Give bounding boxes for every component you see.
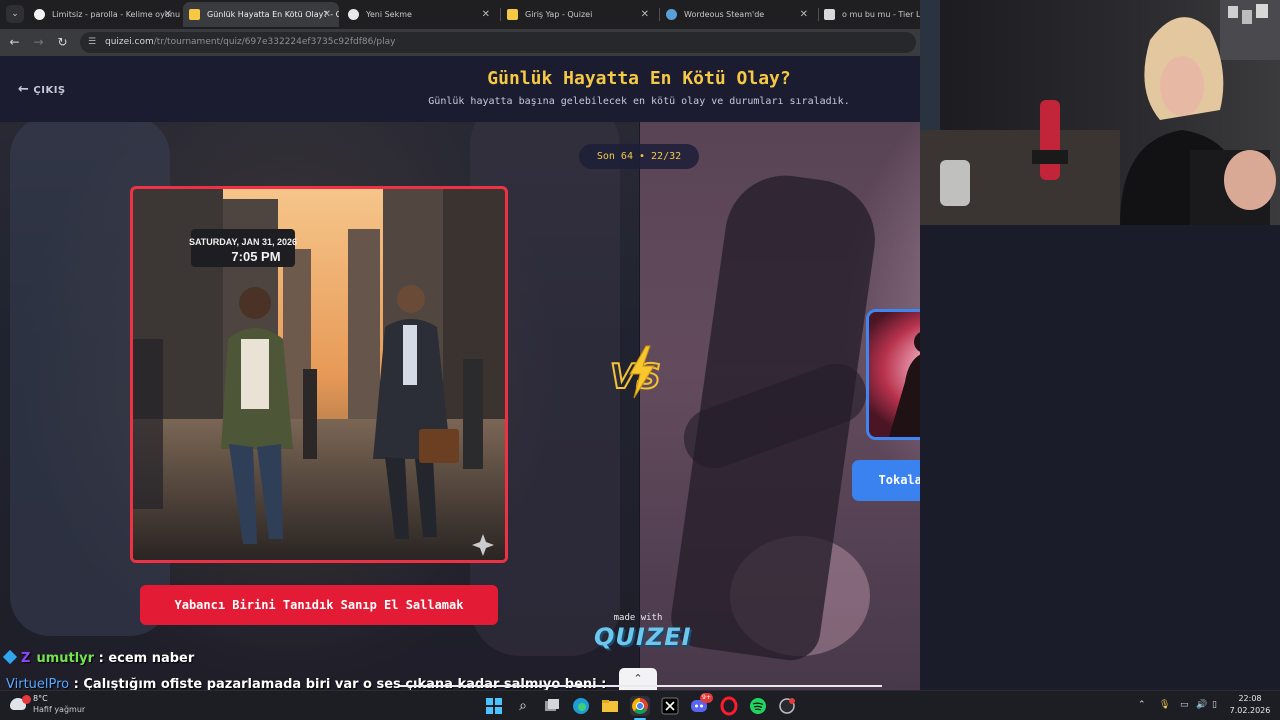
tab-label: Yeni Sekme xyxy=(366,10,412,19)
exit-button[interactable]: ← ÇIKIŞ xyxy=(18,82,66,98)
sign-time-text: 7:05 PM xyxy=(231,249,280,264)
left-option-image[interactable]: SATURDAY, JAN 31, 2026 7:05 PM xyxy=(130,186,508,563)
diamond-badge-icon xyxy=(2,649,18,665)
exit-label: ÇIKIŞ xyxy=(33,85,66,96)
tab-label: Giriş Yap - Quizei xyxy=(525,10,593,19)
chat-message: Zumutlyr : ecem naber xyxy=(2,649,195,669)
choose-left-button[interactable]: Yabancı Birini Tanıdık Sanıp El Sallamak xyxy=(140,585,498,625)
obs-record-icon[interactable] xyxy=(777,696,797,716)
edge-browser-icon[interactable] xyxy=(571,696,591,716)
chrome-icon[interactable] xyxy=(630,696,650,716)
chat-text: : ecem naber xyxy=(94,651,195,666)
tab-steam[interactable]: Wordeous Steam'de ✕ xyxy=(660,2,816,27)
tab-parolla[interactable]: Limitsiz - parolla - Kelime oyunu ✕ xyxy=(28,2,180,27)
address-bar[interactable]: ☰ quizei.com/tr/tournament/quiz/697e3322… xyxy=(80,32,916,53)
made-with-text: made with xyxy=(613,613,663,623)
quizei-logo[interactable]: QUIZEI xyxy=(594,623,691,651)
streamer-webcam-feed xyxy=(920,0,1280,225)
chrome-favicon-icon xyxy=(348,9,359,20)
x-app-icon[interactable] xyxy=(660,696,680,716)
tab-label: Limitsiz - parolla - Kelime oyunu xyxy=(52,10,180,19)
clock-date[interactable]: 7.02.2026 xyxy=(1226,706,1274,715)
network-icon[interactable]: ▭ xyxy=(1180,700,1189,710)
chat-username: umutlyr xyxy=(36,651,95,666)
browser-toolbar: ← → ↻ ☰ quizei.com/tr/tournament/quiz/69… xyxy=(0,29,920,56)
reload-icon[interactable]: ↻ xyxy=(54,34,71,51)
tab-label: Günlük Hayatta En Kötü Olay? - Quizei xyxy=(207,10,339,19)
start-windows-icon[interactable] xyxy=(484,696,504,716)
sign-date-text: SATURDAY, JAN 31, 2026 xyxy=(189,237,297,247)
microphone-icon[interactable]: 🎙 xyxy=(1159,700,1170,710)
quizei-favicon-icon xyxy=(189,9,200,20)
close-icon[interactable]: ✕ xyxy=(323,2,331,27)
forward-arrow-icon[interactable]: → xyxy=(30,34,47,51)
tab-label: Wordeous Steam'de xyxy=(684,10,765,19)
file-explorer-icon[interactable] xyxy=(600,696,620,716)
weather-temperature[interactable]: 8°C xyxy=(33,694,48,703)
round-indicator: Son 64 • 22/32 xyxy=(579,144,699,169)
task-view-icon[interactable] xyxy=(542,696,562,716)
z-badge-icon: Z xyxy=(21,651,31,666)
chat-overlay-line xyxy=(400,685,882,687)
close-icon[interactable]: ✕ xyxy=(482,2,490,27)
screen: ⌄ Limitsiz - parolla - Kelime oyunu ✕ Gü… xyxy=(0,0,1280,720)
spotify-icon[interactable] xyxy=(748,696,768,716)
url-path: /tr/tournament/quiz/697e332224ef3735c92f… xyxy=(153,37,396,47)
missed-handshake-illustration xyxy=(869,312,920,437)
webcam-overlay xyxy=(920,0,1280,225)
vs-badge: VS xyxy=(604,342,674,402)
quiz-subtitle: Günlük hayatta başına gelebilecek en köt… xyxy=(428,96,850,107)
city-street-illustration: SATURDAY, JAN 31, 2026 7:05 PM xyxy=(133,189,505,560)
quiz-title: Günlük Hayatta En Kötü Olay? xyxy=(487,68,791,89)
lightning-icon: VS xyxy=(609,345,662,399)
weather-description[interactable]: Hafif yağmur xyxy=(33,705,85,714)
tierlist-favicon-icon xyxy=(824,9,835,20)
parolla-favicon-icon xyxy=(34,9,45,20)
notification-dot-icon xyxy=(22,695,31,704)
vs-divider xyxy=(639,122,640,690)
quiz-page: ← ÇIKIŞ Günlük Hayatta En Kötü Olay? Günl… xyxy=(0,56,920,690)
steam-favicon-icon xyxy=(666,9,677,20)
right-option-image[interactable] xyxy=(866,309,920,440)
tab-new[interactable]: Yeni Sekme ✕ xyxy=(342,2,498,27)
site-info-icon[interactable]: ☰ xyxy=(88,36,100,48)
close-icon[interactable]: ✕ xyxy=(164,2,172,27)
quizei-favicon-icon xyxy=(507,9,518,20)
search-icon[interactable]: ⌕ xyxy=(513,696,533,716)
tab-login[interactable]: Giriş Yap - Quizei ✕ xyxy=(501,2,657,27)
quiz-header: ← ÇIKIŞ Günlük Hayatta En Kötü Olay? Günl… xyxy=(0,56,920,122)
close-icon[interactable]: ✕ xyxy=(800,2,808,27)
clock-time[interactable]: 22:08 xyxy=(1230,694,1270,703)
close-icon[interactable]: ✕ xyxy=(641,2,649,27)
back-arrow-icon[interactable]: ← xyxy=(6,34,23,51)
tab-tierlist[interactable]: o mu bu mu - Tier List xyxy=(818,2,920,27)
opera-icon[interactable] xyxy=(719,696,739,716)
notification-count-badge: 9+ xyxy=(700,693,713,703)
arrow-left-icon: ← xyxy=(18,82,30,97)
tab-label: o mu bu mu - Tier List xyxy=(842,10,920,19)
url-host: quizei.com xyxy=(105,37,154,47)
tab-quizei-active[interactable]: Günlük Hayatta En Kötü Olay? - Quizei ✕ xyxy=(183,2,339,27)
chevron-up-icon[interactable]: ⌃ xyxy=(1138,700,1146,710)
choose-right-button[interactable]: Tokalaşırken Iskalamak xyxy=(852,460,920,501)
windows-taskbar: 8°C Hafif yağmur ⌕ 9+ ⌃ 🎙 ▭ 🔊 ▯ 22:08 7.… xyxy=(0,690,1280,720)
speaker-icon[interactable]: 🔊 xyxy=(1196,700,1207,710)
tab-search-button[interactable]: ⌄ xyxy=(6,5,24,23)
battery-icon[interactable]: ▯ xyxy=(1212,700,1217,710)
